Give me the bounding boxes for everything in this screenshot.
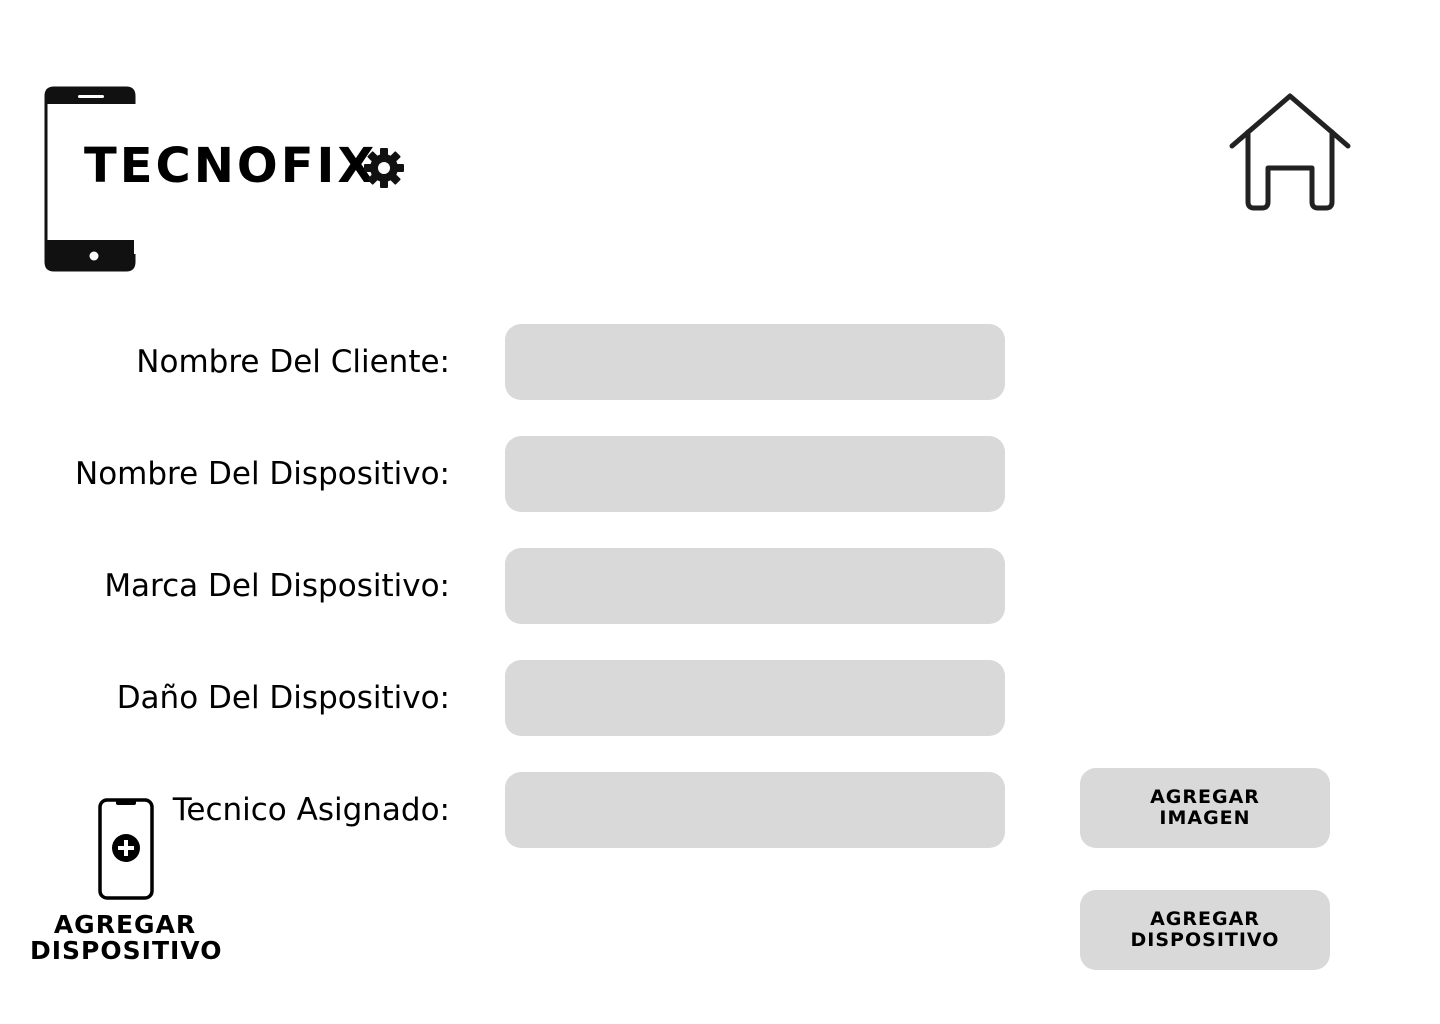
device-name-label: Nombre Del Dispositivo: <box>75 456 450 492</box>
brand-name: TECNOFIX <box>84 138 378 194</box>
add-device-shortcut[interactable]: AGREGAR DISPOSITIVO <box>30 796 223 972</box>
client-name-row: Nombre Del Cliente: <box>0 324 1010 400</box>
add-device-button[interactable]: AGREGAR DISPOSITIVO <box>1080 890 1330 970</box>
device-damage-input[interactable] <box>505 660 1005 736</box>
device-name-input[interactable] <box>505 436 1005 512</box>
device-brand-row: Marca Del Dispositivo: <box>0 548 1010 624</box>
device-brand-label: Marca Del Dispositivo: <box>104 568 450 604</box>
device-brand-input[interactable] <box>505 548 1005 624</box>
add-device-button-line1: AGREGAR <box>1150 908 1260 930</box>
device-damage-row: Daño Del Dispositivo: <box>0 660 1010 736</box>
home-icon <box>1229 93 1351 211</box>
add-device-button-line2: DISPOSITIVO <box>1130 929 1280 951</box>
add-image-button-line2: IMAGEN <box>1159 807 1251 829</box>
gear-icon <box>364 148 404 188</box>
add-image-button[interactable]: AGREGAR IMAGEN <box>1080 768 1330 848</box>
client-name-label: Nombre Del Cliente: <box>136 344 450 380</box>
add-image-button-line1: AGREGAR <box>1150 786 1260 808</box>
home-button[interactable] <box>1226 88 1354 212</box>
assigned-technician-input[interactable] <box>505 772 1005 848</box>
device-name-row: Nombre Del Dispositivo: <box>0 436 1010 512</box>
client-name-input[interactable] <box>505 324 1005 400</box>
add-device-caption: AGREGAR DISPOSITIVO <box>30 910 223 965</box>
brand-logo: TECNOFIX <box>40 86 420 272</box>
smartphone-add-icon <box>98 798 154 900</box>
add-device-caption-line1: AGREGAR <box>53 910 197 939</box>
add-device-caption-line2: DISPOSITIVO <box>30 936 223 965</box>
device-damage-label: Daño Del Dispositivo: <box>116 680 450 716</box>
